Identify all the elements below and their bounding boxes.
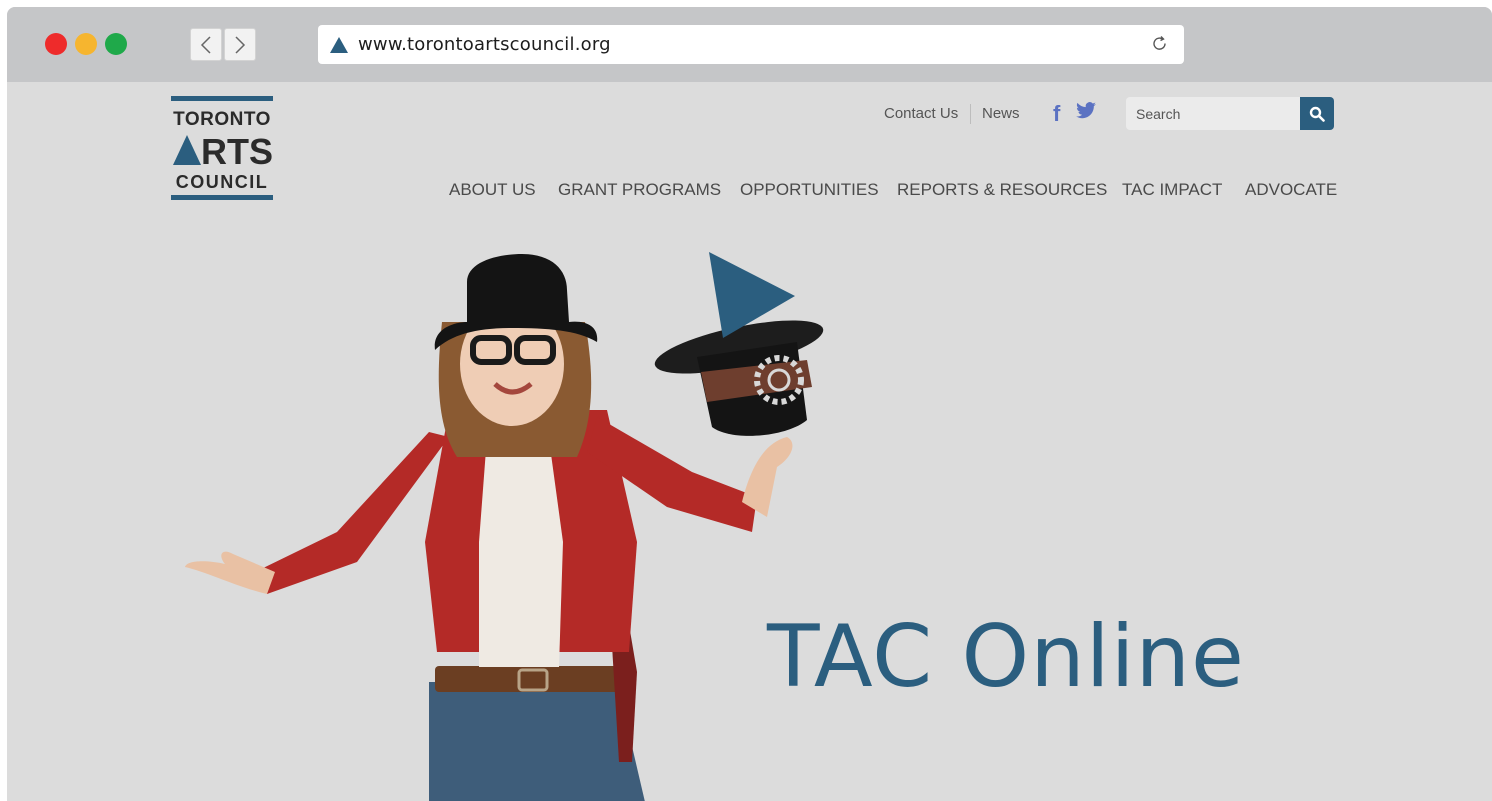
logo-top-rule (171, 96, 273, 101)
maximize-window-button[interactable] (105, 33, 127, 55)
nav-grant-programs[interactable]: GRANT PROGRAMS (558, 180, 721, 200)
search-button[interactable] (1300, 97, 1334, 130)
logo-bottom-rule (171, 195, 273, 200)
chevron-right-icon (235, 35, 246, 54)
site-favicon-icon (330, 36, 348, 53)
search-box (1126, 97, 1334, 130)
news-link[interactable]: News (982, 105, 1020, 125)
web-page: TORONTO RTS COUNCIL Contact Us News f A (7, 82, 1492, 801)
close-window-button[interactable] (45, 33, 67, 55)
nav-tac-impact[interactable]: TAC IMPACT (1122, 180, 1222, 200)
facebook-icon[interactable]: f (1053, 101, 1060, 127)
back-button[interactable] (190, 28, 222, 61)
logo-line-toronto: TORONTO (173, 109, 271, 130)
hero-left-arm (255, 432, 449, 594)
contact-us-link[interactable]: Contact Us (884, 105, 958, 125)
nav-reports-resources[interactable]: REPORTS & RESOURCES (897, 180, 1107, 200)
address-bar[interactable]: www.torontoartscouncil.org (318, 25, 1184, 64)
chevron-left-icon (200, 35, 211, 54)
forward-button[interactable] (224, 28, 256, 61)
logo-line-council: COUNCIL (175, 172, 269, 192)
logo-arts-mark: RTS (173, 131, 273, 169)
top-links-divider (970, 104, 971, 124)
logo-line-arts: RTS (201, 131, 273, 169)
nav-opportunities[interactable]: OPPORTUNITIES (740, 180, 879, 200)
hero-image (185, 252, 824, 801)
url-text: www.torontoartscouncil.org (358, 34, 611, 55)
search-icon (1309, 106, 1325, 122)
hero-right-hand (742, 437, 793, 517)
browser-toolbar: www.torontoartscouncil.org (7, 7, 1492, 82)
twitter-icon[interactable] (1075, 102, 1097, 120)
hero-jeans (429, 682, 645, 801)
nav-about-us[interactable]: ABOUT US (449, 180, 536, 200)
reload-icon[interactable] (1150, 34, 1170, 54)
site-logo[interactable]: TORONTO RTS COUNCIL (171, 96, 273, 200)
hero-headline: TAC Online (767, 607, 1245, 707)
minimize-window-button[interactable] (75, 33, 97, 55)
browser-window: www.torontoartscouncil.org TORONTO RTS C… (7, 7, 1492, 801)
hero-left-hand (185, 551, 275, 594)
search-input[interactable] (1126, 97, 1300, 130)
nav-advocate[interactable]: ADVOCATE (1245, 180, 1337, 200)
